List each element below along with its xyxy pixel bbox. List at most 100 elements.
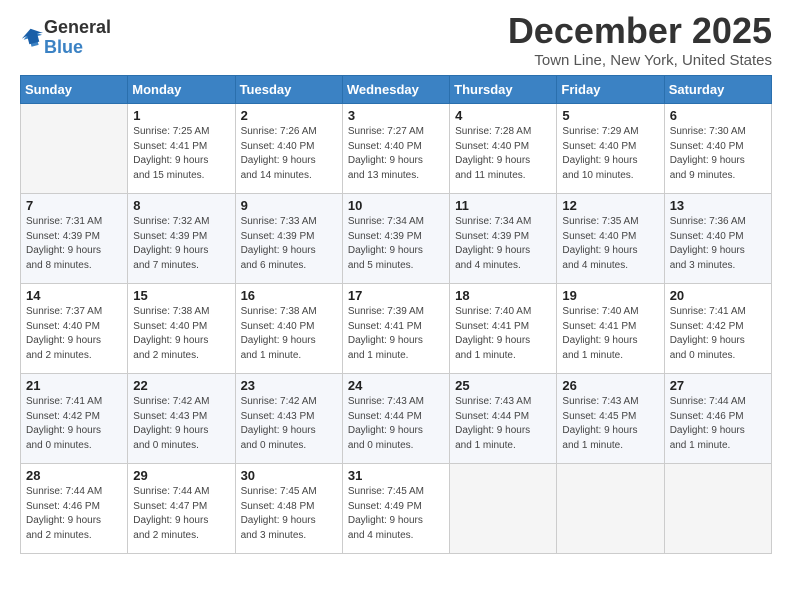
calendar-cell: 17 Sunrise: 7:39 AMSunset: 4:41 PMDayligh… — [342, 284, 449, 374]
day-number: 11 — [455, 198, 551, 213]
day-number: 21 — [26, 378, 122, 393]
day-number: 3 — [348, 108, 444, 123]
day-number: 14 — [26, 288, 122, 303]
day-info: Sunrise: 7:43 AMSunset: 4:45 PMDaylight:… — [562, 395, 658, 453]
day-info: Sunrise: 7:41 AMSunset: 4:42 PMDaylight:… — [670, 305, 766, 363]
calendar-cell: 20 Sunrise: 7:41 AMSunset: 4:42 PMDayligh… — [664, 284, 771, 374]
day-info: Sunrise: 7:36 AMSunset: 4:40 PMDaylight:… — [670, 215, 766, 273]
calendar-cell: 7 Sunrise: 7:31 AMSunset: 4:39 PMDaylight… — [21, 194, 128, 284]
day-info: Sunrise: 7:44 AMSunset: 4:47 PMDaylight:… — [133, 485, 229, 543]
calendar-cell — [557, 464, 664, 554]
calendar-cell: 10Sunrise: 7:34 AMSunset: 4:39 PMDayligh… — [342, 194, 449, 284]
calendar-cell: 11 Sunrise: 7:34 AMSunset: 4:39 PMDayligh… — [450, 194, 557, 284]
day-info: Sunrise: 7:38 AMSunset: 4:40 PMDaylight:… — [241, 305, 337, 363]
day-header-saturday: Saturday — [664, 76, 771, 104]
calendar-cell: 25 Sunrise: 7:43 AMSunset: 4:44 PMDayligh… — [450, 374, 557, 464]
day-info: Sunrise: 7:42 AMSunset: 4:43 PMDaylight:… — [133, 395, 229, 453]
day-number: 9 — [241, 198, 337, 213]
day-number: 27 — [670, 378, 766, 393]
day-info: Sunrise: 7:33 AMSunset: 4:39 PMDaylight:… — [241, 215, 337, 273]
day-info: Sunrise: 7:43 AMSunset: 4:44 PMDaylight:… — [348, 395, 444, 453]
day-number: 26 — [562, 378, 658, 393]
day-header-tuesday: Tuesday — [235, 76, 342, 104]
calendar-cell: 21 Sunrise: 7:41 AMSunset: 4:42 PMDayligh… — [21, 374, 128, 464]
day-info: Sunrise: 7:32 AMSunset: 4:39 PMDaylight:… — [133, 215, 229, 273]
calendar-cell: 26 Sunrise: 7:43 AMSunset: 4:45 PMDayligh… — [557, 374, 664, 464]
calendar-cell: 1 Sunrise: 7:25 AMSunset: 4:41 PMDaylight… — [128, 104, 235, 194]
calendar-week-row: 21 Sunrise: 7:41 AMSunset: 4:42 PMDayligh… — [21, 374, 772, 464]
day-number: 17 — [348, 288, 444, 303]
day-info: Sunrise: 7:40 AMSunset: 4:41 PMDaylight:… — [562, 305, 658, 363]
day-info: Sunrise: 7:28 AMSunset: 4:40 PMDaylight:… — [455, 125, 551, 183]
day-number: 25 — [455, 378, 551, 393]
day-info: Sunrise: 7:30 AMSunset: 4:40 PMDaylight:… — [670, 125, 766, 183]
calendar-cell: 9 Sunrise: 7:33 AMSunset: 4:39 PMDaylight… — [235, 194, 342, 284]
calendar-cell — [450, 464, 557, 554]
day-header-wednesday: Wednesday — [342, 76, 449, 104]
day-number: 10 — [348, 198, 444, 213]
calendar-cell: 31Sunrise: 7:45 AMSunset: 4:49 PMDayligh… — [342, 464, 449, 554]
day-info: Sunrise: 7:25 AMSunset: 4:41 PMDaylight:… — [133, 125, 229, 183]
calendar-cell: 22 Sunrise: 7:42 AMSunset: 4:43 PMDayligh… — [128, 374, 235, 464]
day-number: 30 — [241, 468, 337, 483]
calendar-cell: 29 Sunrise: 7:44 AMSunset: 4:47 PMDayligh… — [128, 464, 235, 554]
day-info: Sunrise: 7:34 AMSunset: 4:39 PMDaylight:… — [455, 215, 551, 273]
calendar-cell: 28 Sunrise: 7:44 AMSunset: 4:46 PMDayligh… — [21, 464, 128, 554]
day-number: 7 — [26, 198, 122, 213]
day-number: 31 — [348, 468, 444, 483]
day-info: Sunrise: 7:41 AMSunset: 4:42 PMDaylight:… — [26, 395, 122, 453]
calendar-cell — [21, 104, 128, 194]
calendar-cell: 24 Sunrise: 7:43 AMSunset: 4:44 PMDayligh… — [342, 374, 449, 464]
day-number: 4 — [455, 108, 551, 123]
day-header-sunday: Sunday — [21, 76, 128, 104]
day-header-monday: Monday — [128, 76, 235, 104]
day-number: 5 — [562, 108, 658, 123]
calendar-table: SundayMondayTuesdayWednesdayThursdayFrid… — [20, 75, 772, 554]
header: General Blue December 2025 Town Line, Ne… — [20, 10, 772, 69]
day-info: Sunrise: 7:27 AMSunset: 4:40 PMDaylight:… — [348, 125, 444, 183]
day-number: 15 — [133, 288, 229, 303]
day-number: 28 — [26, 468, 122, 483]
day-header-friday: Friday — [557, 76, 664, 104]
day-number: 23 — [241, 378, 337, 393]
bird-icon — [22, 27, 44, 49]
title-block: December 2025 Town Line, New York, Unite… — [508, 10, 772, 69]
calendar-cell: 23 Sunrise: 7:42 AMSunset: 4:43 PMDayligh… — [235, 374, 342, 464]
calendar-body: 1 Sunrise: 7:25 AMSunset: 4:41 PMDaylight… — [21, 104, 772, 554]
calendar-cell: 16Sunrise: 7:38 AMSunset: 4:40 PMDayligh… — [235, 284, 342, 374]
calendar-week-row: 14 Sunrise: 7:37 AMSunset: 4:40 PMDayligh… — [21, 284, 772, 374]
day-info: Sunrise: 7:39 AMSunset: 4:41 PMDaylight:… — [348, 305, 444, 363]
day-number: 22 — [133, 378, 229, 393]
day-info: Sunrise: 7:43 AMSunset: 4:44 PMDaylight:… — [455, 395, 551, 453]
calendar-cell: 18 Sunrise: 7:40 AMSunset: 4:41 PMDayligh… — [450, 284, 557, 374]
calendar-header-row: SundayMondayTuesdayWednesdayThursdayFrid… — [21, 76, 772, 104]
day-number: 19 — [562, 288, 658, 303]
day-info: Sunrise: 7:44 AMSunset: 4:46 PMDaylight:… — [670, 395, 766, 453]
calendar-cell: 27 Sunrise: 7:44 AMSunset: 4:46 PMDayligh… — [664, 374, 771, 464]
day-info: Sunrise: 7:40 AMSunset: 4:41 PMDaylight:… — [455, 305, 551, 363]
day-info: Sunrise: 7:35 AMSunset: 4:40 PMDaylight:… — [562, 215, 658, 273]
day-info: Sunrise: 7:44 AMSunset: 4:46 PMDaylight:… — [26, 485, 122, 543]
day-info: Sunrise: 7:45 AMSunset: 4:48 PMDaylight:… — [241, 485, 337, 543]
day-info: Sunrise: 7:31 AMSunset: 4:39 PMDaylight:… — [26, 215, 122, 273]
calendar-week-row: 1 Sunrise: 7:25 AMSunset: 4:41 PMDaylight… — [21, 104, 772, 194]
day-info: Sunrise: 7:37 AMSunset: 4:40 PMDaylight:… — [26, 305, 122, 363]
calendar-cell: 5 Sunrise: 7:29 AMSunset: 4:40 PMDaylight… — [557, 104, 664, 194]
day-number: 20 — [670, 288, 766, 303]
calendar-cell: 14 Sunrise: 7:37 AMSunset: 4:40 PMDayligh… — [21, 284, 128, 374]
calendar-cell: 13 Sunrise: 7:36 AMSunset: 4:40 PMDayligh… — [664, 194, 771, 284]
day-number: 12 — [562, 198, 658, 213]
day-number: 24 — [348, 378, 444, 393]
day-header-thursday: Thursday — [450, 76, 557, 104]
calendar-cell: 4 Sunrise: 7:28 AMSunset: 4:40 PMDaylight… — [450, 104, 557, 194]
location-text: Town Line, New York, United States — [508, 52, 772, 69]
calendar-cell: 30 Sunrise: 7:45 AMSunset: 4:48 PMDayligh… — [235, 464, 342, 554]
calendar-cell: 19 Sunrise: 7:40 AMSunset: 4:41 PMDayligh… — [557, 284, 664, 374]
day-info: Sunrise: 7:29 AMSunset: 4:40 PMDaylight:… — [562, 125, 658, 183]
day-info: Sunrise: 7:42 AMSunset: 4:43 PMDaylight:… — [241, 395, 337, 453]
day-number: 29 — [133, 468, 229, 483]
day-number: 13 — [670, 198, 766, 213]
calendar-cell — [664, 464, 771, 554]
day-number: 18 — [455, 288, 551, 303]
day-number: 1 — [133, 108, 229, 123]
